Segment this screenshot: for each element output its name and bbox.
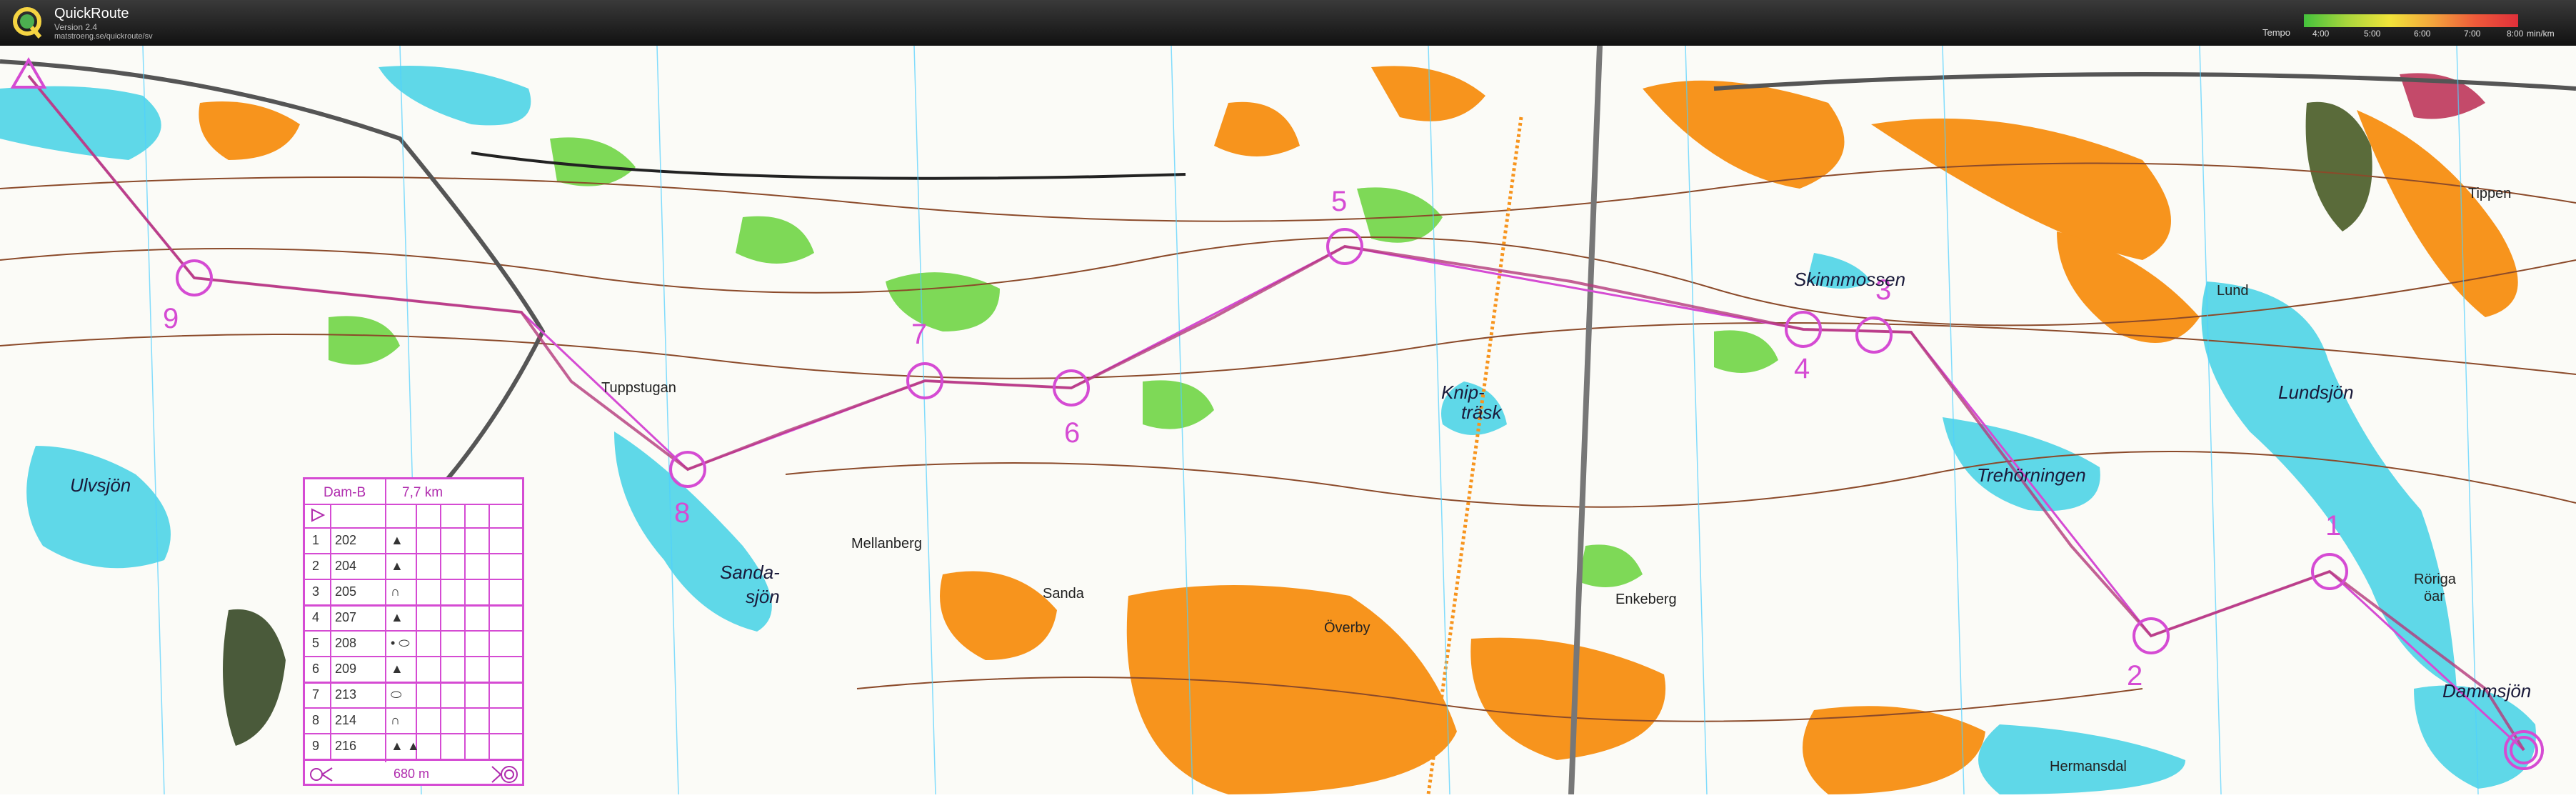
place-name: öar bbox=[2424, 589, 2445, 604]
control-row: 2 204 ▲ bbox=[305, 555, 522, 580]
control-description-table: Dam-B 7,7 km 1 202 ▲ 2 204 ▲ 3 205 ∩ 4 207 ▲ 5 20… bbox=[303, 477, 524, 786]
place-name: Sanda- bbox=[720, 562, 780, 583]
course-climb: 680 m bbox=[394, 767, 430, 781]
control-number: 1 bbox=[2325, 510, 2342, 542]
control-number: 6 bbox=[1064, 417, 1081, 449]
tempo-color-scale bbox=[2304, 14, 2518, 27]
control-number: 4 bbox=[1794, 353, 1810, 384]
title-bar: QuickRoute Version 2.4 matstroeng.se/qui… bbox=[0, 0, 2576, 46]
tempo-tick: 6:00 bbox=[2414, 29, 2431, 39]
control-row: 4 207 ▲ bbox=[305, 607, 522, 632]
place-name: Röriga bbox=[2414, 572, 2456, 587]
start-to-climb-icon bbox=[310, 767, 333, 782]
app-title: QuickRoute bbox=[54, 6, 129, 21]
app-url: matstroeng.se/quickroute/sv bbox=[54, 32, 153, 41]
control-row: 8 214 ∩ bbox=[305, 709, 522, 734]
control-number: 2 bbox=[2127, 660, 2143, 692]
control-number: 9 bbox=[163, 303, 179, 334]
tempo-tick: 5:00 bbox=[2364, 29, 2381, 39]
place-name: Lund bbox=[2217, 283, 2249, 299]
place-name: Hermansdal bbox=[2050, 759, 2127, 774]
quickroute-logo bbox=[13, 7, 42, 39]
tempo-tick: 8:00 bbox=[2507, 29, 2524, 39]
finish-icon bbox=[491, 766, 518, 783]
control-number: 7 bbox=[911, 319, 928, 350]
control-number: 5 bbox=[1331, 186, 1348, 217]
place-name: Knip- bbox=[1441, 381, 1485, 403]
place-name: Enkeberg bbox=[1615, 592, 1677, 607]
place-name: Tuppstugan bbox=[601, 380, 676, 396]
control-row: 5 208 • ⬭ bbox=[305, 632, 522, 657]
place-name: Mellanberg bbox=[851, 536, 922, 552]
control-number: 8 bbox=[674, 497, 691, 529]
place-name: Dammsjön bbox=[2442, 680, 2532, 702]
tempo-tick: 4:00 bbox=[2312, 29, 2330, 39]
tempo-unit: min/km bbox=[2527, 29, 2555, 39]
control-row: 9 216 ▲ ▲ bbox=[305, 735, 522, 761]
climb-row: 680 m bbox=[305, 762, 522, 786]
app-version: Version 2.4 bbox=[54, 22, 98, 32]
place-name: sjön bbox=[746, 586, 780, 607]
control-row: 3 205 ∩ bbox=[305, 581, 522, 607]
orienteering-map[interactable]: 1 2 3 4 5 6 7 8 9 Ulvsjön Sanda- sjön Sa… bbox=[0, 45, 2576, 795]
start-icon bbox=[311, 508, 325, 522]
control-row: 6 209 ▲ bbox=[305, 658, 522, 684]
place-name: Tippen bbox=[2468, 186, 2512, 201]
tempo-tick: 7:00 bbox=[2464, 29, 2481, 39]
place-name: Överby bbox=[1324, 620, 1370, 636]
control-row: 7 213 ⬭ bbox=[305, 684, 522, 709]
place-name: Trehörningen bbox=[1977, 464, 2086, 486]
tempo-label: Tempo bbox=[2262, 27, 2291, 38]
place-name: Lundsjön bbox=[2278, 381, 2354, 403]
control-row: 1 202 ▲ bbox=[305, 529, 522, 554]
place-name: Sanda bbox=[1043, 586, 1084, 602]
place-name: Skinnmossen bbox=[1794, 269, 1906, 290]
place-name: träsk bbox=[1461, 402, 1502, 423]
place-name: Ulvsjön bbox=[70, 474, 131, 496]
